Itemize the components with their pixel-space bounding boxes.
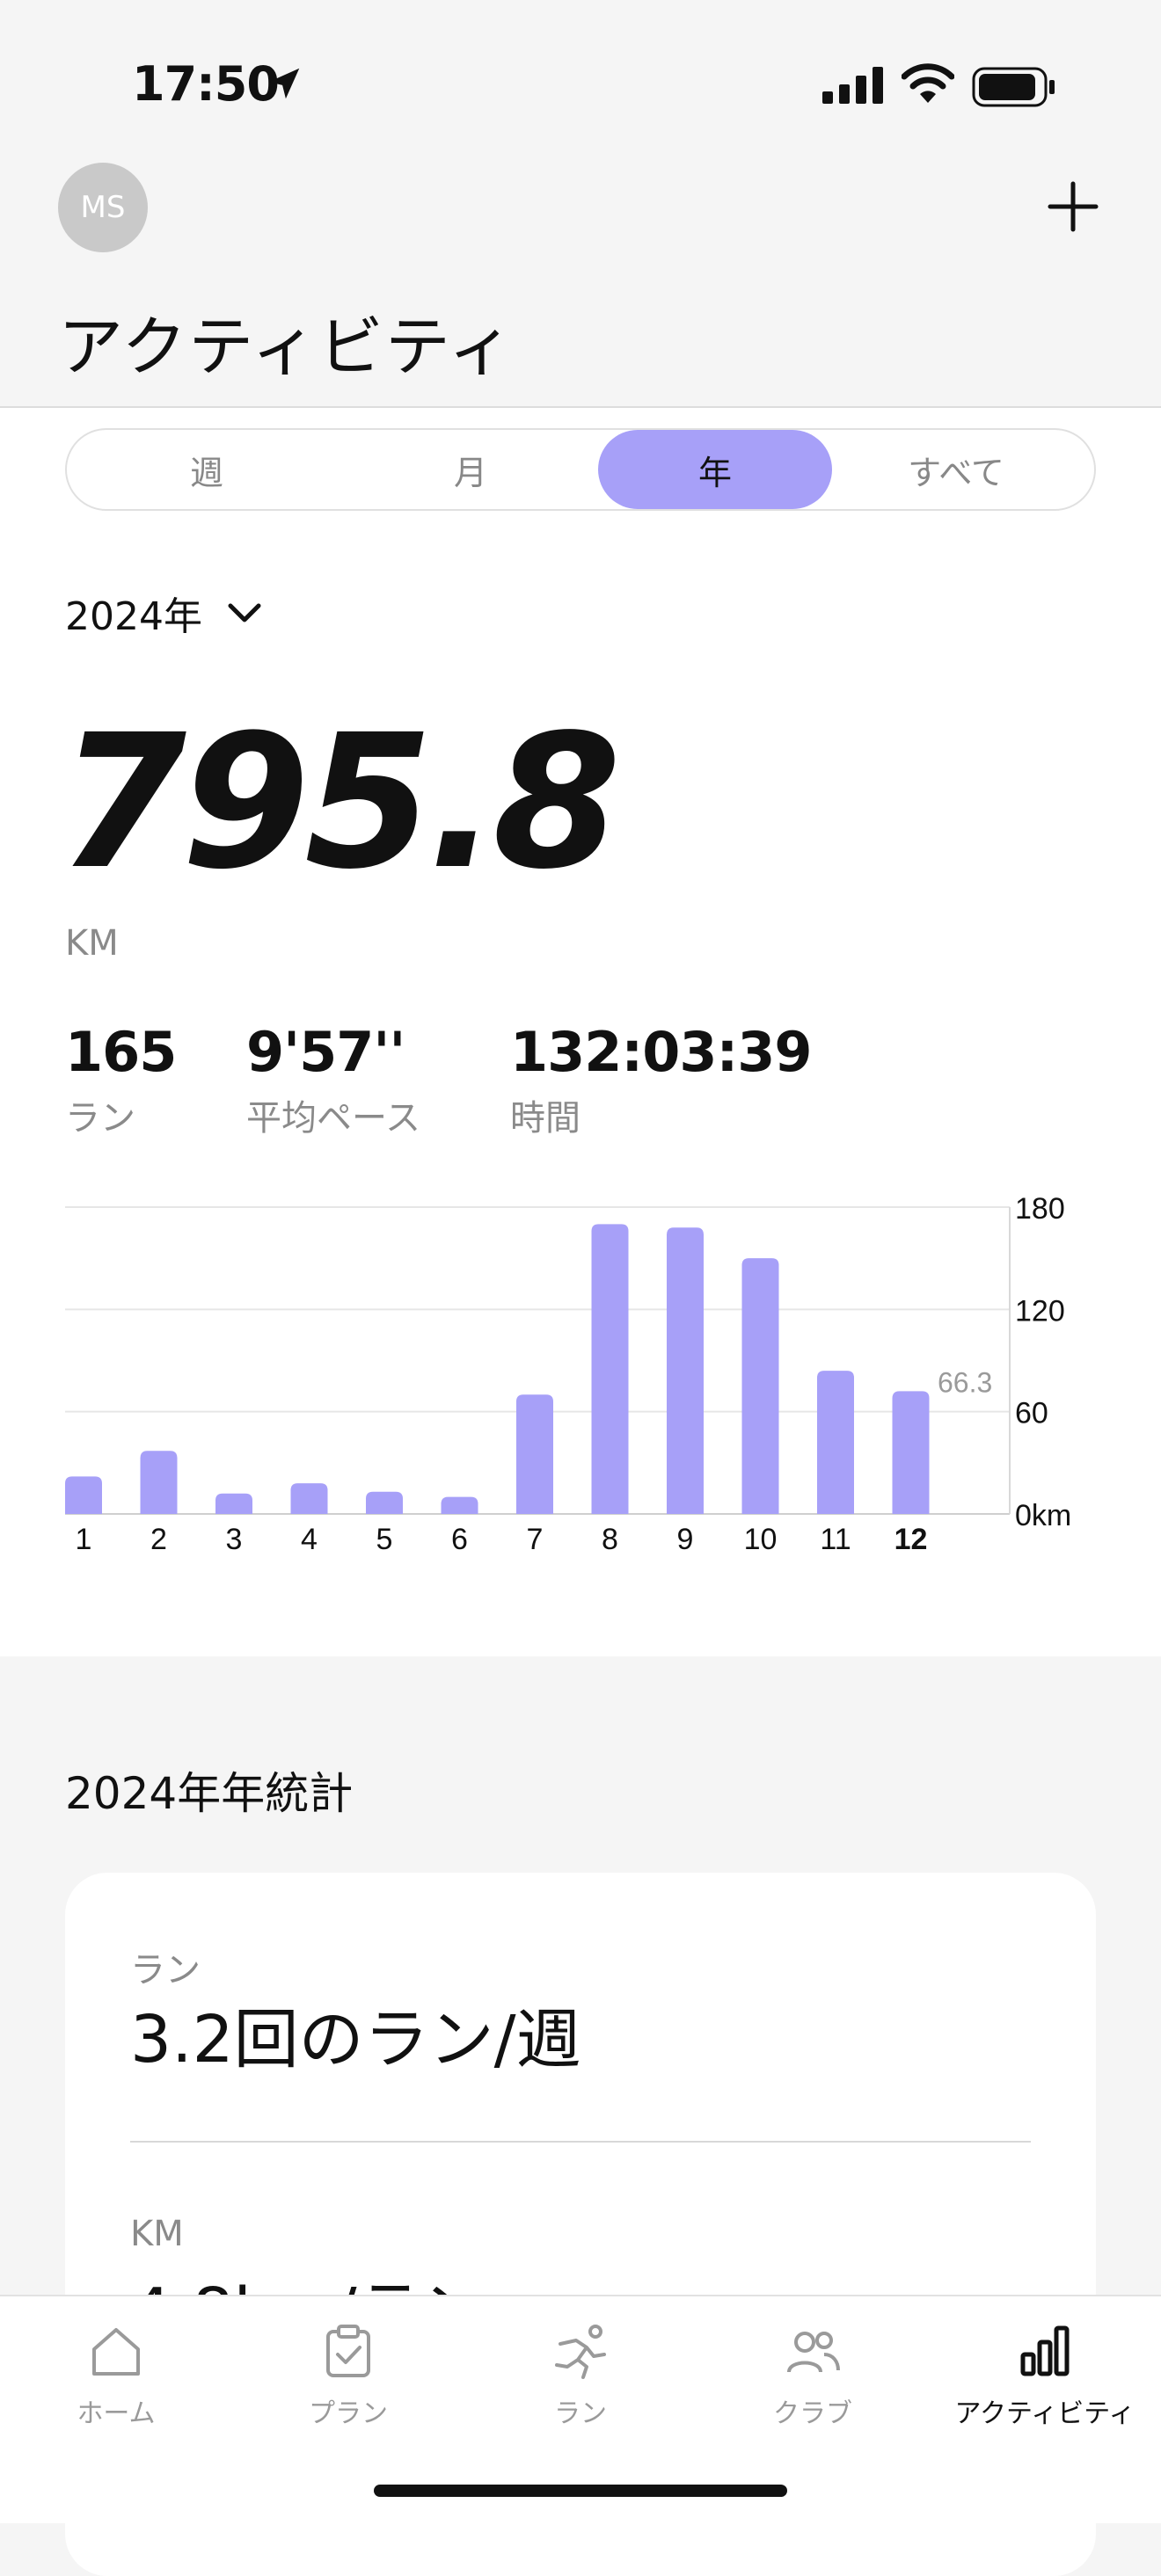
chart-y-tick-label: 120 bbox=[1015, 1294, 1065, 1328]
period-segmented-control: 週 月 年 すべて bbox=[65, 428, 1096, 511]
tab-plan-label: プラン bbox=[309, 2398, 388, 2429]
status-time: 17:50 bbox=[132, 56, 280, 112]
chart-bar bbox=[366, 1491, 403, 1514]
wifi-icon bbox=[902, 63, 954, 103]
chart-bar bbox=[817, 1371, 854, 1514]
tab-run-label: ラン bbox=[554, 2398, 607, 2429]
segment-year[interactable]: 年 bbox=[598, 430, 832, 509]
battery-icon bbox=[972, 67, 1055, 107]
card-runs-value: 3.2回のラン/週 bbox=[130, 2002, 581, 2078]
chart-average-label: 66.3 bbox=[938, 1367, 992, 1399]
stat-time-value: 132:03:39 bbox=[510, 1020, 813, 1084]
home-icon bbox=[92, 2328, 140, 2376]
chart-x-tick-label: 11 bbox=[820, 1523, 851, 1556]
chart-bar bbox=[667, 1227, 704, 1514]
chart-bar bbox=[441, 1496, 478, 1514]
chart-bar bbox=[215, 1493, 252, 1514]
bar-chart-icon bbox=[1020, 2325, 1070, 2376]
year-selector-label: 2024年 bbox=[65, 594, 202, 639]
year-selector[interactable]: 2024年 bbox=[65, 585, 262, 641]
tab-activity[interactable]: アクティビティ bbox=[929, 2323, 1161, 2430]
chart-x-tick-label: 10 bbox=[744, 1523, 778, 1556]
location-arrow-icon bbox=[268, 68, 300, 99]
chart-x-tick-label: 3 bbox=[226, 1523, 243, 1556]
stat-pace-value: 9'57'' bbox=[246, 1020, 405, 1084]
page-title: アクティビティ bbox=[58, 309, 515, 385]
monthly-distance-chart: 180120600km1 2 3 4 5 6 7 8 9 10 11 1266.3 bbox=[65, 1192, 1071, 1556]
stat-runs-label: ラン bbox=[65, 1098, 135, 1139]
chart-y-tick-label: 0km bbox=[1015, 1499, 1071, 1532]
chart-x-tick-label: 5 bbox=[376, 1523, 393, 1556]
card-divider bbox=[130, 2141, 1031, 2143]
runner-icon bbox=[555, 2325, 606, 2379]
stats-heading: 2024年年統計 bbox=[65, 1768, 354, 1819]
stat-runs: 165 ラン bbox=[65, 1020, 177, 1140]
chevron-down-icon bbox=[228, 603, 261, 622]
chart-bar bbox=[516, 1394, 553, 1514]
stat-time-label: 時間 bbox=[510, 1098, 580, 1139]
stat-runs-value: 165 bbox=[65, 1020, 177, 1084]
chart-x-tick-label: 1 bbox=[76, 1523, 92, 1556]
card-runs-label: ラン bbox=[130, 1950, 201, 1990]
tab-plan[interactable]: プラン bbox=[232, 2323, 464, 2430]
avatar[interactable]: MS bbox=[58, 163, 148, 252]
avatar-initials: MS bbox=[80, 190, 126, 225]
chart-bar bbox=[591, 1224, 629, 1514]
chart-x-tick-label: 2 bbox=[150, 1523, 167, 1556]
tab-club-label: クラブ bbox=[773, 2398, 852, 2429]
stat-time: 132:03:39 時間 bbox=[510, 1020, 813, 1140]
people-icon bbox=[787, 2332, 840, 2373]
segment-week[interactable]: 週 bbox=[90, 430, 324, 509]
tab-club[interactable]: クラブ bbox=[697, 2323, 929, 2430]
chart-bar bbox=[290, 1483, 328, 1514]
chart-x-tick-label: 4 bbox=[301, 1523, 318, 1556]
card-km-label: KM bbox=[130, 2214, 184, 2254]
tab-activity-label: アクティビティ bbox=[954, 2398, 1135, 2429]
tab-run[interactable]: ラン bbox=[464, 2323, 697, 2430]
stat-pace-label: 平均ペース bbox=[246, 1098, 420, 1139]
chart-bar bbox=[892, 1391, 930, 1514]
clipboard-check-icon bbox=[326, 2325, 370, 2377]
chart-bar bbox=[741, 1258, 779, 1514]
chart-bar bbox=[65, 1476, 102, 1514]
segment-month[interactable]: 月 bbox=[354, 430, 588, 509]
chart-bar bbox=[140, 1451, 178, 1514]
chart-y-tick-label: 180 bbox=[1015, 1192, 1065, 1226]
cellular-signal-icon bbox=[822, 67, 883, 104]
add-plus-icon[interactable] bbox=[1047, 180, 1099, 233]
stat-pace: 9'57'' 平均ペース bbox=[246, 1020, 420, 1140]
chart-x-tick-label: 6 bbox=[451, 1523, 468, 1556]
chart-x-tick-label: 12 bbox=[894, 1523, 928, 1556]
tab-home[interactable]: ホーム bbox=[0, 2323, 232, 2430]
chart-x-tick-label: 8 bbox=[602, 1523, 618, 1556]
tab-home-label: ホーム bbox=[77, 2398, 156, 2429]
chart-x-tick-label: 7 bbox=[527, 1523, 544, 1556]
chart-y-tick-label: 60 bbox=[1015, 1397, 1048, 1430]
total-distance: 795.8 bbox=[58, 695, 621, 910]
segment-all[interactable]: すべて bbox=[839, 430, 1073, 509]
distance-unit: KM bbox=[65, 923, 119, 964]
home-indicator bbox=[374, 2485, 787, 2497]
chart-x-tick-label: 9 bbox=[677, 1523, 694, 1556]
